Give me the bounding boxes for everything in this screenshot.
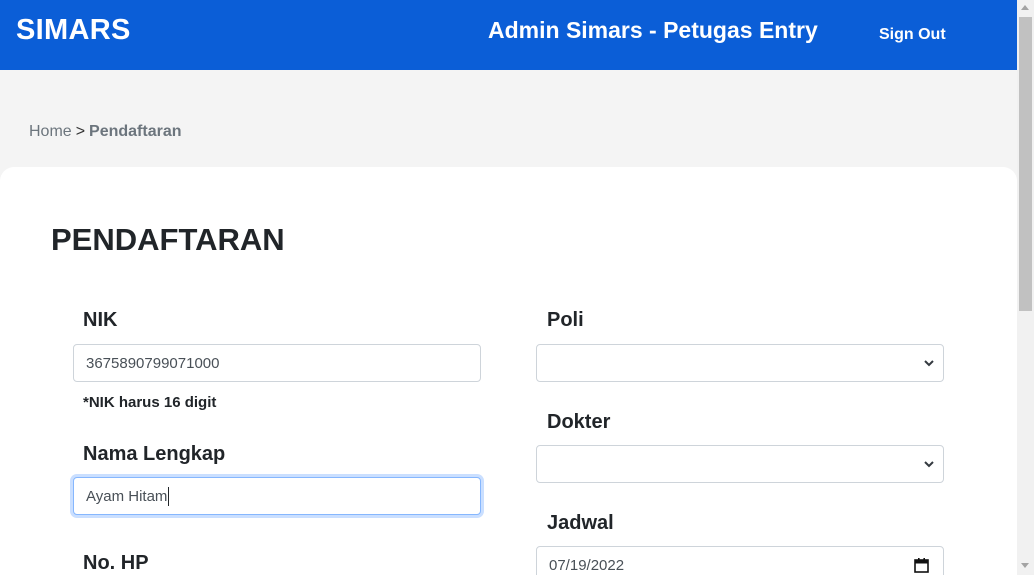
scrollbar-thumb[interactable] <box>1019 17 1032 311</box>
scroll-down-arrow-icon[interactable] <box>1021 563 1029 568</box>
navbar-title: Admin Simars - Petugas Entry <box>488 17 818 43</box>
brand-logo[interactable]: SIMARS <box>16 14 131 47</box>
poli-select[interactable] <box>536 344 944 382</box>
top-navbar: SIMARS Admin Simars - Petugas Entry Sign… <box>0 0 1017 70</box>
jadwal-date-value: 07/19/2022 <box>549 556 625 574</box>
nik-label: NIK <box>83 309 118 331</box>
nik-input-value: 3675890799071000 <box>86 354 220 372</box>
page-title: PENDAFTARAN <box>51 222 285 257</box>
nik-input[interactable]: 3675890799071000 <box>73 344 481 382</box>
chevron-down-icon <box>924 461 934 468</box>
breadcrumb: Home > Pendaftaran <box>29 123 182 141</box>
dokter-select[interactable] <box>536 445 944 483</box>
sign-out-link[interactable]: Sign Out <box>879 26 946 44</box>
text-cursor <box>168 486 170 506</box>
form-card: PENDAFTARAN NIK 3675890799071000 *NIK ha… <box>0 167 1017 575</box>
jadwal-date-input[interactable]: 07/19/2022 <box>536 546 944 575</box>
nama-lengkap-input[interactable]: Ayam Hitam <box>73 477 481 515</box>
no-hp-label: No. HP <box>83 552 149 574</box>
nama-lengkap-input-value: Ayam Hitam <box>86 487 168 505</box>
nama-lengkap-label: Nama Lengkap <box>83 443 226 465</box>
chevron-down-icon <box>924 360 934 367</box>
nik-hint: *NIK harus 16 digit <box>83 394 217 411</box>
vertical-scrollbar[interactable] <box>1017 0 1034 575</box>
breadcrumb-separator: > <box>75 123 86 140</box>
breadcrumb-home[interactable]: Home <box>29 123 72 140</box>
calendar-icon[interactable] <box>914 557 929 573</box>
poli-label: Poli <box>547 309 584 331</box>
scroll-up-arrow-icon[interactable] <box>1021 5 1029 10</box>
jadwal-label: Jadwal <box>547 512 614 534</box>
dokter-label: Dokter <box>547 411 611 433</box>
breadcrumb-current: Pendaftaran <box>89 123 182 140</box>
